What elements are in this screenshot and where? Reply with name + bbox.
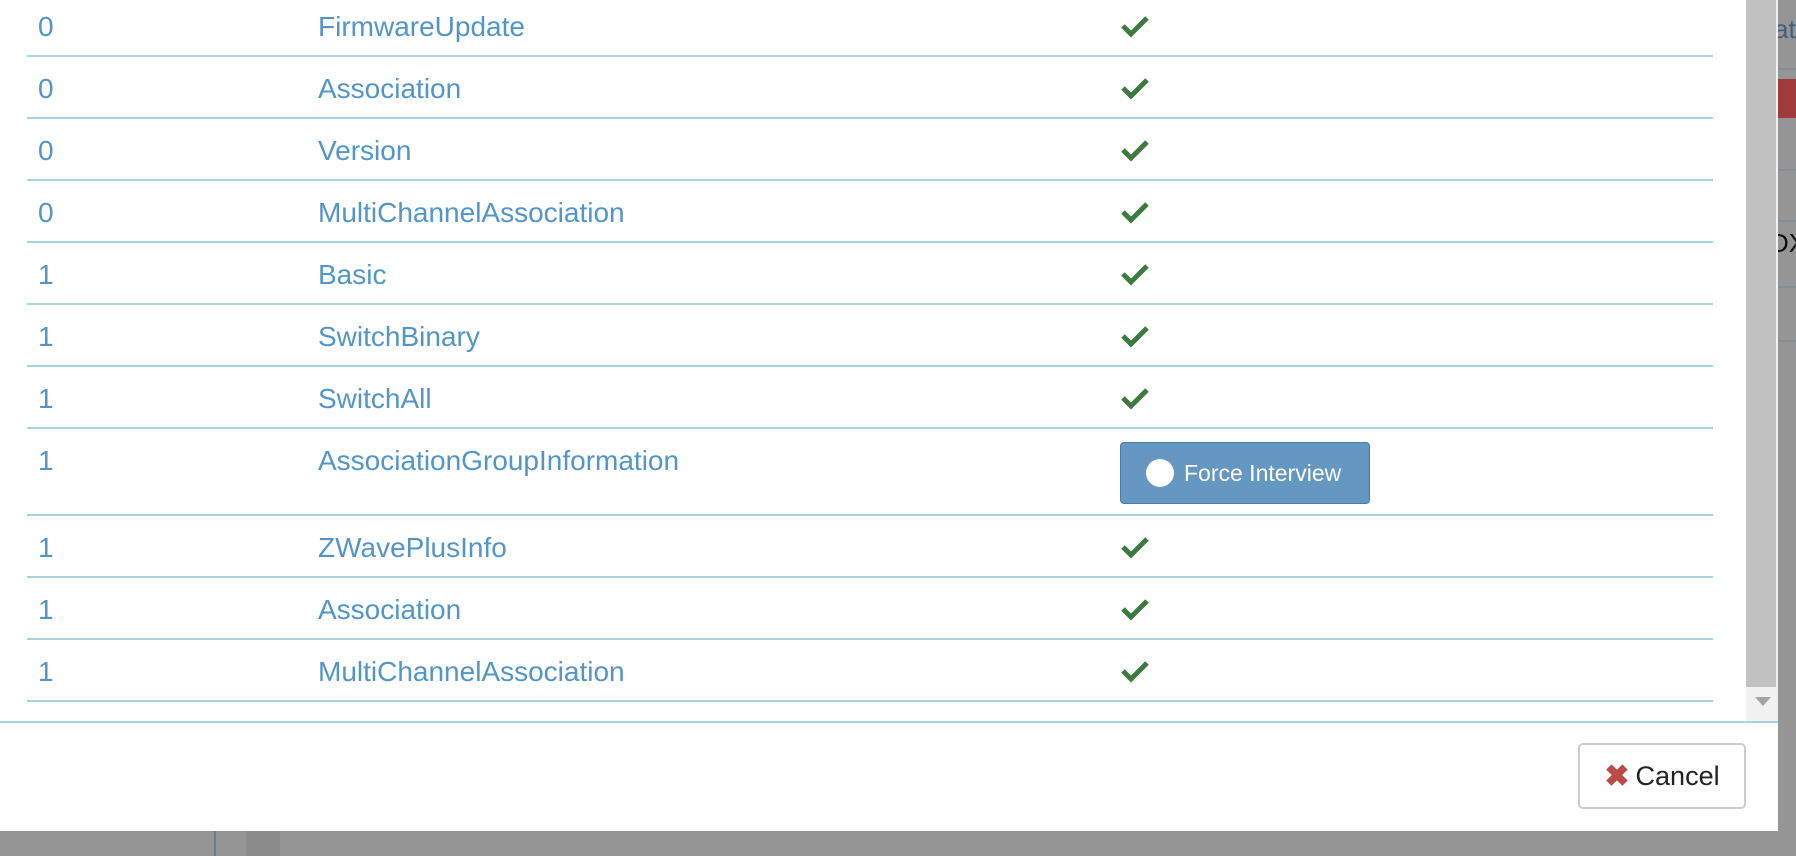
scrollbar-thumb[interactable] [1746, 0, 1776, 687]
table-row: 0 Association [27, 57, 1713, 119]
divider [1778, 340, 1796, 342]
divider [1778, 286, 1796, 288]
instance-cell: 1 [38, 532, 54, 563]
command-class-link[interactable]: Basic [318, 257, 386, 293]
cancel-label: Cancel [1635, 760, 1720, 791]
footer-divider [0, 721, 1778, 723]
table-row: 1 AssociationGroupInformation Force Inter… [27, 429, 1713, 516]
check-icon [1121, 264, 1149, 286]
check-icon [1121, 326, 1149, 348]
background-text: DX [1778, 228, 1796, 258]
table-row: 1 Association [27, 578, 1713, 640]
background-block [246, 831, 280, 856]
cancel-button[interactable]: ✖ Cancel [1578, 743, 1746, 809]
instance-cell: 0 [38, 73, 54, 104]
instance-cell: 1 [38, 321, 54, 352]
check-icon [1121, 537, 1149, 559]
check-icon [1121, 599, 1149, 621]
background-divider [214, 831, 216, 856]
instance-cell: 1 [38, 383, 54, 414]
command-class-link[interactable]: FirmwareUpdate [318, 9, 525, 45]
circle-icon [1146, 459, 1174, 487]
table-row: 1 ZWavePlusInfo [27, 516, 1713, 578]
background-link[interactable]: at [1778, 14, 1796, 45]
scrollbar[interactable] [1746, 0, 1778, 721]
instance-cell: 0 [38, 197, 54, 228]
table-row: 0 FirmwareUpdate [27, 0, 1713, 57]
force-interview-button[interactable]: Force Interview [1120, 442, 1370, 504]
command-class-link[interactable]: Version [318, 133, 411, 169]
instance-cell: 0 [38, 135, 54, 166]
background-page: at DX [1778, 0, 1796, 831]
divider [1778, 68, 1796, 70]
table-row: 1 SwitchBinary [27, 305, 1713, 367]
instance-cell: 0 [38, 11, 54, 42]
instance-cell: 1 [38, 594, 54, 625]
check-icon [1121, 16, 1149, 38]
command-class-table: 0 FirmwareUpdate 0 Association 0 Version 0 … [0, 0, 1746, 721]
command-class-link[interactable]: SwitchAll [318, 381, 432, 417]
table-row: 1 Basic [27, 243, 1713, 305]
check-icon [1121, 388, 1149, 410]
instance-cell: 1 [38, 656, 54, 687]
divider [1778, 169, 1796, 171]
table-row: 0 MultiChannelAssociation [27, 181, 1713, 243]
divider [1778, 220, 1796, 222]
command-class-link[interactable]: ZWavePlusInfo [318, 530, 507, 566]
check-icon [1121, 661, 1149, 683]
force-interview-label: Force Interview [1184, 459, 1342, 486]
check-icon [1121, 202, 1149, 224]
command-class-link[interactable]: MultiChannelAssociation [318, 195, 625, 231]
table-row: 1 SwitchAll [27, 367, 1713, 429]
background-red-button [1778, 79, 1796, 118]
command-class-link[interactable]: Association [318, 71, 461, 107]
x-icon: ✖ [1604, 759, 1630, 793]
command-class-link[interactable]: Association [318, 592, 461, 628]
table-row: 1 MultiChannelAssociation [27, 640, 1713, 702]
table-row: 0 Version [27, 119, 1713, 181]
scroll-down-arrow-icon[interactable] [1755, 697, 1771, 706]
check-icon [1121, 140, 1149, 162]
command-class-link[interactable]: SwitchBinary [318, 319, 480, 355]
check-icon [1121, 78, 1149, 100]
command-class-link[interactable]: AssociationGroupInformation [318, 443, 679, 479]
instance-cell: 1 [38, 445, 54, 476]
instance-cell: 1 [38, 259, 54, 290]
interview-modal: 0 FirmwareUpdate 0 Association 0 Version 0 … [0, 0, 1778, 831]
command-class-link[interactable]: MultiChannelAssociation [318, 654, 625, 690]
